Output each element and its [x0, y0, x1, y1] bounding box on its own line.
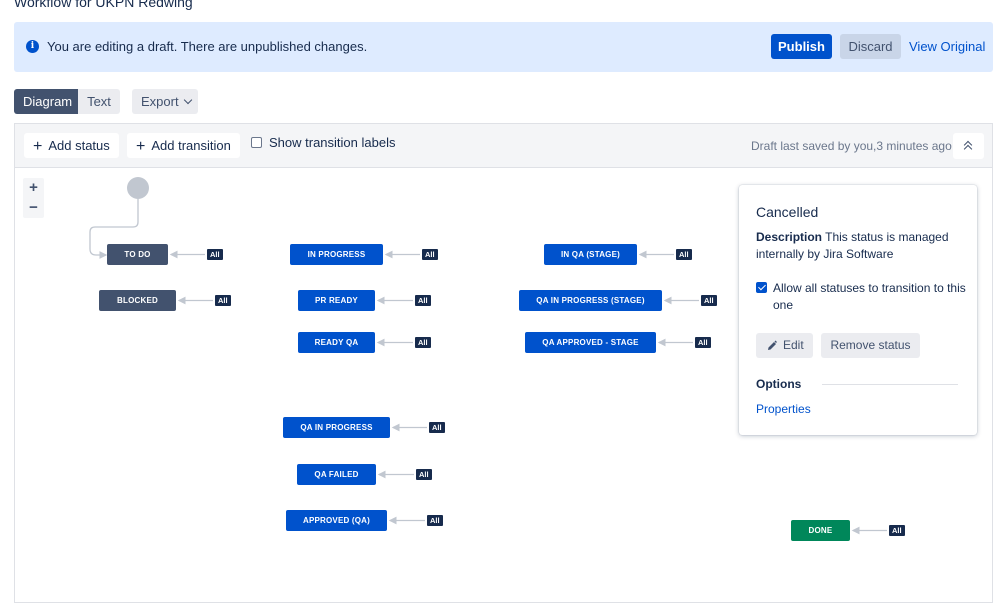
status-node-ready-qa[interactable]: READY QA: [298, 332, 375, 353]
global-transition-tag[interactable]: All: [207, 249, 223, 260]
global-transition-tag[interactable]: All: [415, 295, 431, 306]
export-label: Export: [141, 94, 179, 109]
chevron-down-icon: [183, 95, 192, 105]
global-transition-tag[interactable]: All: [695, 337, 711, 348]
pencil-icon: [768, 340, 777, 350]
status-node-to-do[interactable]: TO DO: [107, 244, 168, 265]
options-heading: Options: [756, 377, 802, 391]
initial-state-node: [127, 177, 149, 199]
panel-title: Cancelled: [756, 204, 819, 220]
edit-button[interactable]: Edit: [756, 333, 813, 358]
allow-all-label: Allow all statuses to transition to this…: [773, 281, 966, 312]
global-transition-tag[interactable]: All: [422, 249, 438, 260]
status-detail-panel: Cancelled Description This status is man…: [739, 185, 977, 435]
options-divider: [822, 384, 958, 385]
edit-label: Edit: [783, 338, 804, 352]
global-transition-tag[interactable]: All: [415, 337, 431, 348]
publish-button[interactable]: Publish: [771, 34, 832, 59]
global-transition-tag[interactable]: All: [416, 469, 432, 480]
remove-status-button[interactable]: Remove status: [821, 333, 920, 358]
info-icon: i: [26, 40, 39, 53]
draft-message: You are editing a draft. There are unpub…: [47, 39, 368, 54]
tab-diagram[interactable]: Diagram: [14, 89, 78, 114]
status-node-in-progress[interactable]: IN PROGRESS: [290, 244, 383, 265]
global-transition-tag[interactable]: All: [889, 525, 905, 536]
status-node-qa-approved-stage[interactable]: QA APPROVED - STAGE: [525, 332, 656, 353]
global-transition-tag[interactable]: All: [427, 515, 443, 526]
status-node-blocked[interactable]: BLOCKED: [99, 290, 176, 311]
tab-text[interactable]: Text: [78, 89, 120, 114]
global-transition-tag[interactable]: All: [676, 249, 692, 260]
status-node-approved-qa[interactable]: APPROVED (QA): [286, 510, 387, 531]
status-node-qa-in-progress[interactable]: QA IN PROGRESS: [283, 417, 390, 438]
discard-button[interactable]: Discard: [840, 34, 901, 59]
status-node-qa-in-progress-stage[interactable]: QA IN PROGRESS (STAGE): [519, 290, 662, 311]
properties-link[interactable]: Properties: [756, 402, 811, 416]
status-node-pr-ready[interactable]: PR READY: [298, 290, 375, 311]
status-node-qa-failed[interactable]: QA FAILED: [297, 464, 376, 485]
description-label: Description: [756, 230, 823, 244]
status-description: Description This status is managed inter…: [756, 229, 966, 263]
allow-all-checkbox[interactable]: [756, 282, 767, 293]
draft-banner: i You are editing a draft. There are unp…: [14, 22, 993, 72]
export-button[interactable]: Export: [132, 89, 198, 114]
status-node-done[interactable]: DONE: [791, 520, 850, 541]
view-toggle: Diagram Text: [14, 89, 120, 114]
workflow-canvas[interactable]: + Add status + Add transition Show transit…: [14, 123, 993, 603]
page-title: Workflow for UKPN Redwing: [14, 0, 193, 10]
global-transition-tag[interactable]: All: [429, 422, 445, 433]
global-transition-tag[interactable]: All: [701, 295, 717, 306]
global-transition-tag[interactable]: All: [215, 295, 231, 306]
view-original-link[interactable]: View Original: [909, 39, 985, 54]
status-node-in-qa-stage[interactable]: IN QA (STAGE): [544, 244, 637, 265]
